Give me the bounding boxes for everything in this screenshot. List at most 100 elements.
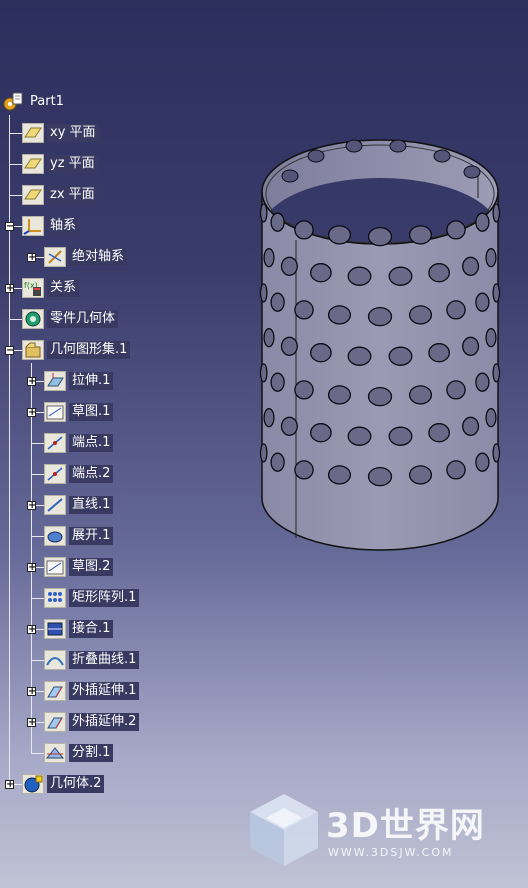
perforation-hole: [294, 220, 314, 240]
tree-node-label: 外插延伸.2: [69, 713, 140, 731]
tree-node[interactable]: 分割.1: [44, 742, 114, 764]
perforation-hole: [485, 328, 497, 348]
perforation-hole: [263, 408, 275, 428]
tree-trunk-line: [9, 115, 10, 786]
perforation-hole: [388, 266, 413, 286]
tree-connector-line: [31, 443, 44, 444]
perforation-hole: [446, 460, 466, 480]
perforation-hole: [389, 139, 407, 153]
tree-node[interactable]: 端点.1: [44, 432, 114, 454]
tree-connector-line: [9, 195, 22, 196]
tree-node[interactable]: 几何体.2: [22, 773, 105, 795]
axis-system-icon: [22, 216, 44, 236]
perforation-hole: [281, 169, 299, 183]
expand-toggle[interactable]: +: [5, 284, 14, 294]
tree-node[interactable]: 展开.1: [44, 525, 114, 547]
extrapolate-icon: [44, 681, 66, 701]
plane-icon: [22, 185, 44, 205]
tree-connector-line: [31, 598, 44, 599]
tree-connector-line: [9, 164, 22, 165]
perforation-hole: [310, 263, 332, 283]
perforation-hole: [433, 149, 451, 163]
tree-node[interactable]: 拉伸.1: [44, 370, 114, 392]
tree-root[interactable]: Part1: [2, 91, 67, 113]
tree-node-label: 外插延伸.1: [69, 682, 140, 700]
watermark-url: WWW.3DSJW.COM: [328, 846, 454, 859]
perforation-hole: [347, 266, 372, 286]
perforation-hole: [280, 416, 298, 436]
perforation-hole: [280, 256, 298, 276]
tree-node[interactable]: 外插延伸.1: [44, 680, 140, 702]
part-body-icon: [22, 309, 44, 329]
perforation-hole: [270, 212, 285, 232]
perforation-hole: [259, 443, 268, 463]
watermark-title: 3D世界网: [326, 806, 485, 846]
perforation-hole: [367, 386, 393, 407]
specification-tree: Part1 xy 平面 yz 平面 zx 平面 轴系 − 绝对轴系 + f(x) 关系 + 零件几何…: [0, 0, 260, 820]
tree-node[interactable]: 草图.1: [44, 401, 114, 423]
sketch-icon: [44, 557, 66, 577]
perforation-hole: [446, 380, 466, 400]
expand-toggle[interactable]: +: [27, 501, 36, 511]
perforation-hole: [463, 165, 481, 179]
perforation-hole: [327, 305, 352, 325]
tree-node[interactable]: 端点.2: [44, 463, 114, 485]
expand-toggle[interactable]: +: [5, 780, 14, 790]
tree-node[interactable]: 草图.2: [44, 556, 114, 578]
tree-node[interactable]: 几何图形集.1: [22, 339, 131, 361]
tree-node[interactable]: yz 平面: [22, 153, 98, 175]
perforation-hole: [408, 225, 433, 245]
relations-icon: f(x): [22, 278, 44, 298]
tree-node-label: 绝对轴系: [69, 248, 128, 266]
tree-node[interactable]: 直线.1: [44, 494, 114, 516]
perforation-hole: [367, 226, 393, 247]
fold-curve-icon: [44, 650, 66, 670]
absolute-axis-icon: [44, 247, 66, 267]
plane-icon: [22, 154, 44, 174]
expand-toggle[interactable]: +: [27, 625, 36, 635]
plane-icon: [22, 123, 44, 143]
perforation-hole: [263, 248, 275, 268]
cylinder-inner-back-wall: [262, 140, 498, 230]
perforation-hole: [428, 423, 450, 443]
expand-toggle[interactable]: +: [27, 718, 36, 728]
perforation-hole: [367, 466, 393, 487]
expand-toggle[interactable]: +: [27, 687, 36, 697]
perforation-hole: [294, 300, 314, 320]
part-gear-icon: [2, 92, 24, 112]
expand-toggle[interactable]: +: [27, 563, 36, 573]
expand-toggle[interactable]: +: [27, 377, 36, 387]
cube-logo-icon: [250, 794, 318, 866]
collapse-toggle[interactable]: −: [5, 346, 14, 356]
perforation-hole: [475, 372, 490, 392]
expand-toggle[interactable]: +: [27, 253, 36, 263]
extrude-icon: [44, 371, 66, 391]
perforation-hole: [492, 363, 501, 383]
point-icon: [44, 433, 66, 453]
tree-node[interactable]: 外插延伸.2: [44, 711, 140, 733]
perforation-hole: [345, 139, 363, 153]
tree-node[interactable]: 零件几何体: [22, 308, 119, 330]
perforation-hole: [446, 220, 466, 240]
tree-node[interactable]: 矩形阵列.1: [44, 587, 140, 609]
tree-node[interactable]: zx 平面: [22, 184, 98, 206]
tree-node[interactable]: 折叠曲线.1: [44, 649, 140, 671]
tree-node[interactable]: f(x) 关系: [22, 277, 80, 299]
perforation-hole: [310, 343, 332, 363]
tree-node-label: 拉伸.1: [69, 372, 114, 390]
3d-viewport[interactable]: [250, 120, 520, 590]
perforation-hole: [347, 426, 372, 446]
perforation-hole: [294, 460, 314, 480]
perforation-hole: [408, 305, 433, 325]
geometrical-set-icon: [22, 340, 44, 360]
tree-node[interactable]: 绝对轴系: [44, 246, 128, 268]
expand-toggle[interactable]: +: [27, 408, 36, 418]
perforation-hole: [475, 212, 490, 232]
tree-connector-line: [31, 753, 44, 754]
collapse-toggle[interactable]: −: [5, 222, 14, 232]
tree-node[interactable]: xy 平面: [22, 122, 99, 144]
perforation-hole: [388, 346, 413, 366]
tree-node[interactable]: 接合.1: [44, 618, 114, 640]
perforation-hole: [492, 443, 501, 463]
tree-node[interactable]: 轴系: [22, 215, 80, 237]
